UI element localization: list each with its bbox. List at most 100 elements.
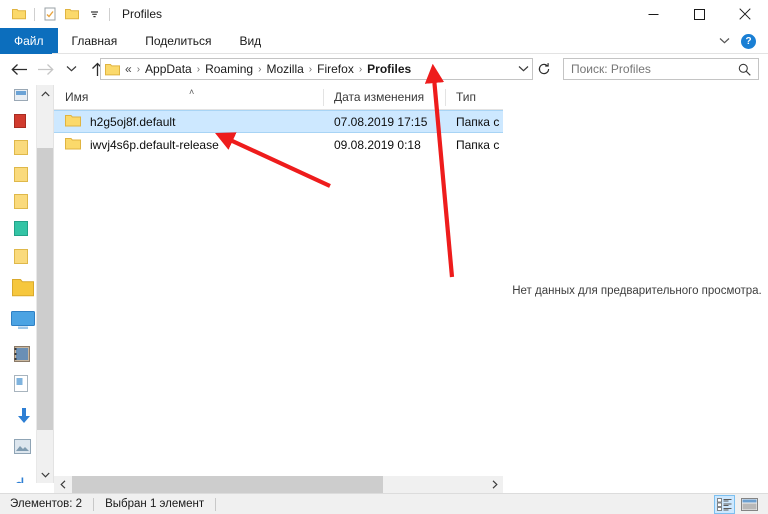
sidebar-item-quick-access[interactable]: [14, 89, 38, 107]
status-bar: Элементов: 2 Выбран 1 элемент: [0, 493, 768, 514]
file-date-cell: 07.08.2019 17:15: [334, 114, 428, 129]
download-icon: [14, 407, 32, 430]
folder-icon[interactable]: [8, 3, 30, 25]
file-explorer-window: Profiles Файл Главная Поделиться Вид ? «…: [0, 0, 768, 514]
preview-message: Нет данных для предварительного просмотр…: [512, 285, 762, 297]
sort-ascending-icon: ˄: [189, 86, 195, 97]
breadcrumb: « › AppData › Roaming › Mozilla › Firefo…: [123, 62, 514, 76]
large-icons-view-button[interactable]: [739, 495, 760, 514]
breadcrumb-separator: ›: [308, 63, 313, 75]
sidebar-item-folder-green[interactable]: [14, 221, 38, 241]
sidebar-item-documents[interactable]: [14, 375, 38, 397]
chevron-down-icon[interactable]: [713, 30, 735, 52]
horizontal-scroll-thumb[interactable]: [72, 476, 383, 493]
quick-access-icon: [14, 89, 28, 107]
breadcrumb-firefox[interactable]: Firefox: [314, 62, 357, 76]
search-input[interactable]: Поиск: Profiles: [563, 58, 759, 80]
sidebar-item-videos[interactable]: [14, 345, 38, 367]
new-folder-icon[interactable]: [61, 3, 83, 25]
table-row[interactable]: h2g5oj8f.default 07.08.2019 17:15 Папка …: [54, 110, 503, 133]
tab-home[interactable]: Главная: [58, 28, 132, 54]
sidebar-item-this-pc[interactable]: [11, 311, 35, 335]
properties-icon[interactable]: [39, 3, 61, 25]
chevron-right-icon[interactable]: [486, 476, 503, 493]
file-type-cell: Папка с ф: [456, 114, 503, 129]
breadcrumb-separator: ›: [258, 63, 262, 75]
breadcrumb-roaming[interactable]: Roaming: [202, 62, 256, 76]
forward-button[interactable]: [32, 56, 58, 82]
chevron-left-icon[interactable]: [54, 476, 71, 493]
preview-pane: Нет данных для предварительного просмотр…: [504, 85, 768, 483]
back-button[interactable]: [6, 56, 32, 82]
file-name: iwvj4s6p.default-release: [90, 137, 219, 152]
file-name: h2g5oj8f.default: [90, 114, 176, 129]
quick-access-toolbar: [0, 3, 114, 25]
file-name-cell: iwvj4s6p.default-release: [54, 137, 323, 153]
tab-view[interactable]: Вид: [225, 28, 275, 54]
column-header-name[interactable]: Имя ˄: [54, 85, 323, 110]
navigation-scroll-thumb[interactable]: [37, 148, 54, 430]
breadcrumb-mozilla[interactable]: Mozilla: [263, 62, 306, 76]
recent-icon: [14, 113, 26, 133]
breadcrumb-appdata[interactable]: AppData: [142, 62, 195, 76]
search-icon[interactable]: [738, 63, 751, 76]
tab-file[interactable]: Файл: [0, 28, 58, 54]
help-icon[interactable]: ?: [741, 33, 756, 49]
view-mode-buttons: [714, 494, 760, 514]
search-placeholder: Поиск: Profiles: [571, 62, 651, 76]
minimize-icon[interactable]: [630, 0, 676, 28]
customize-dropdown-icon[interactable]: [83, 3, 105, 25]
file-type-cell: Папка с ф: [456, 137, 503, 152]
breadcrumb-separator: ›: [196, 63, 201, 75]
file-date-cell: 09.08.2019 0:18: [334, 137, 421, 152]
details-view-button[interactable]: [714, 495, 735, 514]
sidebar-item-pictures[interactable]: [14, 439, 38, 459]
file-list[interactable]: Имя ˄ Дата изменения Тип h2g5oj8f.defaul…: [54, 85, 503, 483]
column-header-type[interactable]: Тип: [445, 85, 503, 110]
folder-icon: [14, 140, 28, 160]
folder-icon: [14, 167, 28, 187]
column-header-name-label: Имя: [65, 90, 89, 104]
window-controls: [630, 0, 768, 28]
breadcrumb-overflow[interactable]: «: [123, 62, 135, 76]
sidebar-item-recent[interactable]: [14, 113, 38, 133]
file-list-horizontal-scrollbar[interactable]: [54, 476, 503, 493]
toolbar-divider: [34, 7, 35, 21]
scroll-down-icon[interactable]: [37, 466, 54, 483]
sidebar-item-folder-1[interactable]: [14, 140, 38, 160]
folder-icon: [65, 137, 81, 153]
sidebar-item-music[interactable]: [14, 477, 38, 483]
document-icon: [14, 375, 28, 397]
column-header-type-label: Тип: [456, 90, 477, 104]
computer-icon: [11, 311, 35, 335]
column-header-date[interactable]: Дата изменения: [323, 85, 445, 110]
sidebar-item-folder-4[interactable]: [14, 249, 38, 269]
title-bar: Profiles: [0, 0, 768, 28]
navigation-pane-scrollbar[interactable]: [36, 85, 54, 483]
folder-icon: [14, 249, 28, 269]
video-icon: [14, 345, 30, 367]
maximize-icon[interactable]: [676, 0, 722, 28]
tab-share[interactable]: Поделиться: [131, 28, 225, 54]
breadcrumb-separator: ›: [358, 63, 363, 75]
column-headers: Имя ˄ Дата изменения Тип: [54, 85, 503, 110]
address-bar[interactable]: « › AppData › Roaming › Mozilla › Firefo…: [100, 58, 533, 80]
status-divider: [93, 497, 95, 511]
breadcrumb-profiles[interactable]: Profiles: [364, 62, 414, 76]
chevron-down-icon[interactable]: [514, 59, 532, 79]
folder-icon: [14, 221, 28, 241]
folder-icon: [105, 63, 120, 76]
refresh-icon[interactable]: [533, 58, 555, 80]
ribbon-tabs: Файл Главная Поделиться Вид: [0, 28, 768, 54]
folder-large-icon: [12, 277, 34, 302]
close-icon[interactable]: [722, 0, 768, 28]
picture-icon: [14, 439, 31, 459]
sidebar-item-onedrive[interactable]: [12, 278, 36, 300]
scroll-up-icon[interactable]: [37, 85, 54, 102]
table-row[interactable]: iwvj4s6p.default-release 09.08.2019 0:18…: [54, 133, 503, 156]
sidebar-item-downloads[interactable]: [14, 407, 38, 426]
recent-locations-button[interactable]: [58, 56, 84, 82]
folder-icon: [65, 114, 81, 130]
sidebar-item-folder-2[interactable]: [14, 167, 38, 187]
sidebar-item-folder-3[interactable]: [14, 194, 38, 212]
